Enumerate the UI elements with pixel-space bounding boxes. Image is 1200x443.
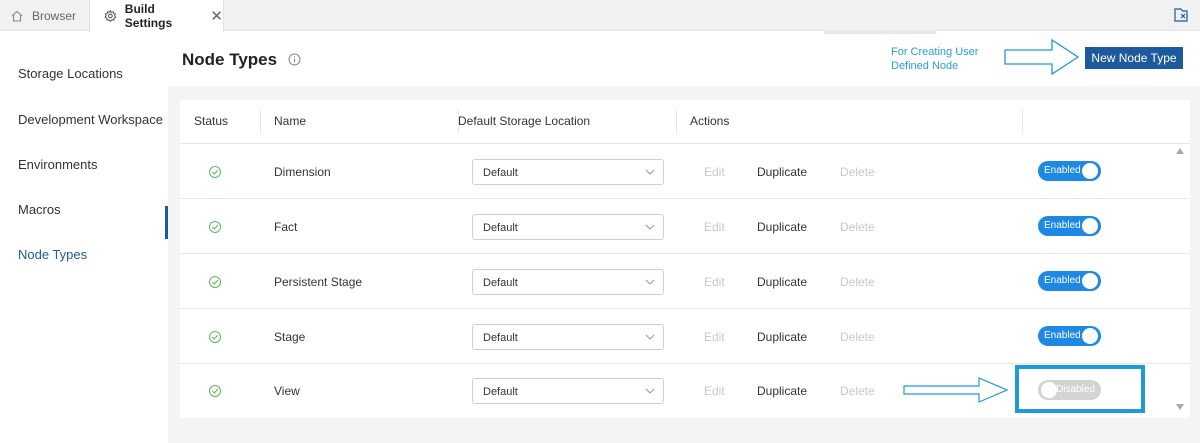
delete-button[interactable]: Delete [840, 220, 875, 234]
edit-button[interactable]: Edit [704, 384, 725, 398]
table-row: Dimension Default Edit Duplicate Delete … [180, 145, 1190, 199]
sidebar-item-storage-locations[interactable]: Storage Locations [18, 66, 123, 81]
chevron-down-icon [645, 169, 655, 175]
duplicate-button[interactable]: Duplicate [757, 330, 807, 344]
delete-button[interactable]: Delete [840, 330, 875, 344]
annotation-arrow-icon [903, 377, 1009, 403]
check-circle-icon [209, 276, 221, 288]
sidebar-item-development-workspace[interactable]: Development Workspace [18, 112, 163, 127]
chevron-down-icon [645, 279, 655, 285]
toggle-knob [1082, 273, 1098, 289]
duplicate-button[interactable]: Duplicate [757, 275, 807, 289]
sidebar-item-node-types[interactable]: Node Types [18, 247, 87, 262]
check-circle-icon [209, 385, 221, 397]
table-row: Stage Default Edit Duplicate Delete Enab… [180, 310, 1190, 364]
column-status: Status [194, 114, 229, 128]
node-type-name: Stage [274, 330, 306, 344]
check-circle-icon [209, 331, 221, 343]
storage-location-select[interactable]: Default [472, 159, 664, 185]
table-header: Status Name Default Storage Location Act… [180, 100, 1190, 144]
tab-browser[interactable]: Browser [10, 0, 88, 31]
storage-location-select[interactable]: Default [472, 324, 664, 350]
column-divider [1022, 110, 1023, 134]
storage-location-value: Default [483, 277, 518, 289]
node-type-name: Persistent Stage [274, 275, 363, 289]
close-icon[interactable]: ✕ [210, 9, 223, 24]
page-title: Node Types [182, 50, 278, 69]
toggle-label: Enabled [1044, 165, 1081, 176]
column-default-storage-location: Default Storage Location [458, 114, 591, 128]
tab-bar: Browser Build Settings ✕ [0, 0, 1200, 32]
check-circle-icon [209, 166, 221, 178]
gear-icon [104, 9, 117, 22]
tab-build-settings[interactable]: Build Settings ✕ [89, 0, 224, 32]
enabled-toggle[interactable]: Enabled [1038, 326, 1101, 346]
scroll-up-icon[interactable] [1176, 148, 1184, 154]
annotation-divider [824, 30, 936, 34]
delete-button[interactable]: Delete [840, 165, 875, 179]
scroll-down-icon[interactable] [1176, 404, 1184, 410]
duplicate-button[interactable]: Duplicate [757, 165, 807, 179]
annotation-text: For Creating User Defined Node [891, 46, 979, 72]
storage-location-value: Default [483, 167, 518, 179]
info-icon[interactable] [288, 53, 301, 66]
edit-button[interactable]: Edit [704, 275, 725, 289]
tab-browser-label: Browser [32, 8, 77, 23]
chevron-down-icon [645, 388, 655, 394]
home-icon [11, 10, 23, 22]
toggle-label: Enabled [1044, 330, 1081, 341]
close-panel-icon[interactable] [1172, 6, 1190, 24]
storage-location-value: Default [483, 332, 518, 344]
sidebar-item-macros[interactable]: Macros [18, 202, 61, 217]
column-actions: Actions [690, 114, 730, 128]
toggle-label: Enabled [1044, 220, 1081, 231]
delete-button[interactable]: Delete [840, 275, 875, 289]
enabled-toggle[interactable]: Enabled [1038, 161, 1101, 181]
edit-button[interactable]: Edit [704, 330, 725, 344]
column-divider [676, 110, 677, 134]
chevron-down-icon [645, 334, 655, 340]
edit-button[interactable]: Edit [704, 165, 725, 179]
column-divider [260, 110, 261, 134]
toggle-knob [1082, 328, 1098, 344]
table-row: Fact Default Edit Duplicate Delete Enabl… [180, 200, 1190, 254]
toggle-knob [1082, 218, 1098, 234]
check-circle-icon [209, 221, 221, 233]
tab-build-settings-label: Build Settings [124, 2, 173, 30]
column-name: Name [274, 114, 307, 128]
node-type-name: Fact [274, 220, 298, 234]
storage-location-select[interactable]: Default [472, 378, 664, 404]
table-row: Persistent Stage Default Edit Duplicate … [180, 255, 1190, 309]
toggle-label: Enabled [1044, 275, 1081, 286]
sidebar: Storage Locations Development Workspace … [0, 32, 168, 443]
node-type-name: Dimension [274, 165, 331, 179]
enabled-toggle[interactable]: Enabled [1038, 216, 1101, 236]
new-node-type-button[interactable]: New Node Type [1085, 47, 1183, 69]
storage-location-value: Default [483, 386, 518, 398]
storage-location-value: Default [483, 222, 518, 234]
annotation-arrow-icon [1004, 38, 1080, 76]
enabled-toggle[interactable]: Enabled [1038, 271, 1101, 291]
delete-button[interactable]: Delete [840, 384, 875, 398]
storage-location-select[interactable]: Default [472, 269, 664, 295]
chevron-down-icon [645, 224, 655, 230]
sidebar-item-environments[interactable]: Environments [18, 157, 97, 172]
annotation-highlight-box [1015, 365, 1145, 413]
edit-button[interactable]: Edit [704, 220, 725, 234]
toggle-knob [1082, 163, 1098, 179]
storage-location-select[interactable]: Default [472, 214, 664, 240]
duplicate-button[interactable]: Duplicate [757, 220, 807, 234]
page-header: Node Types For Creating User Defined Nod… [168, 30, 1200, 86]
duplicate-button[interactable]: Duplicate [757, 384, 807, 398]
node-type-name: View [274, 384, 300, 398]
